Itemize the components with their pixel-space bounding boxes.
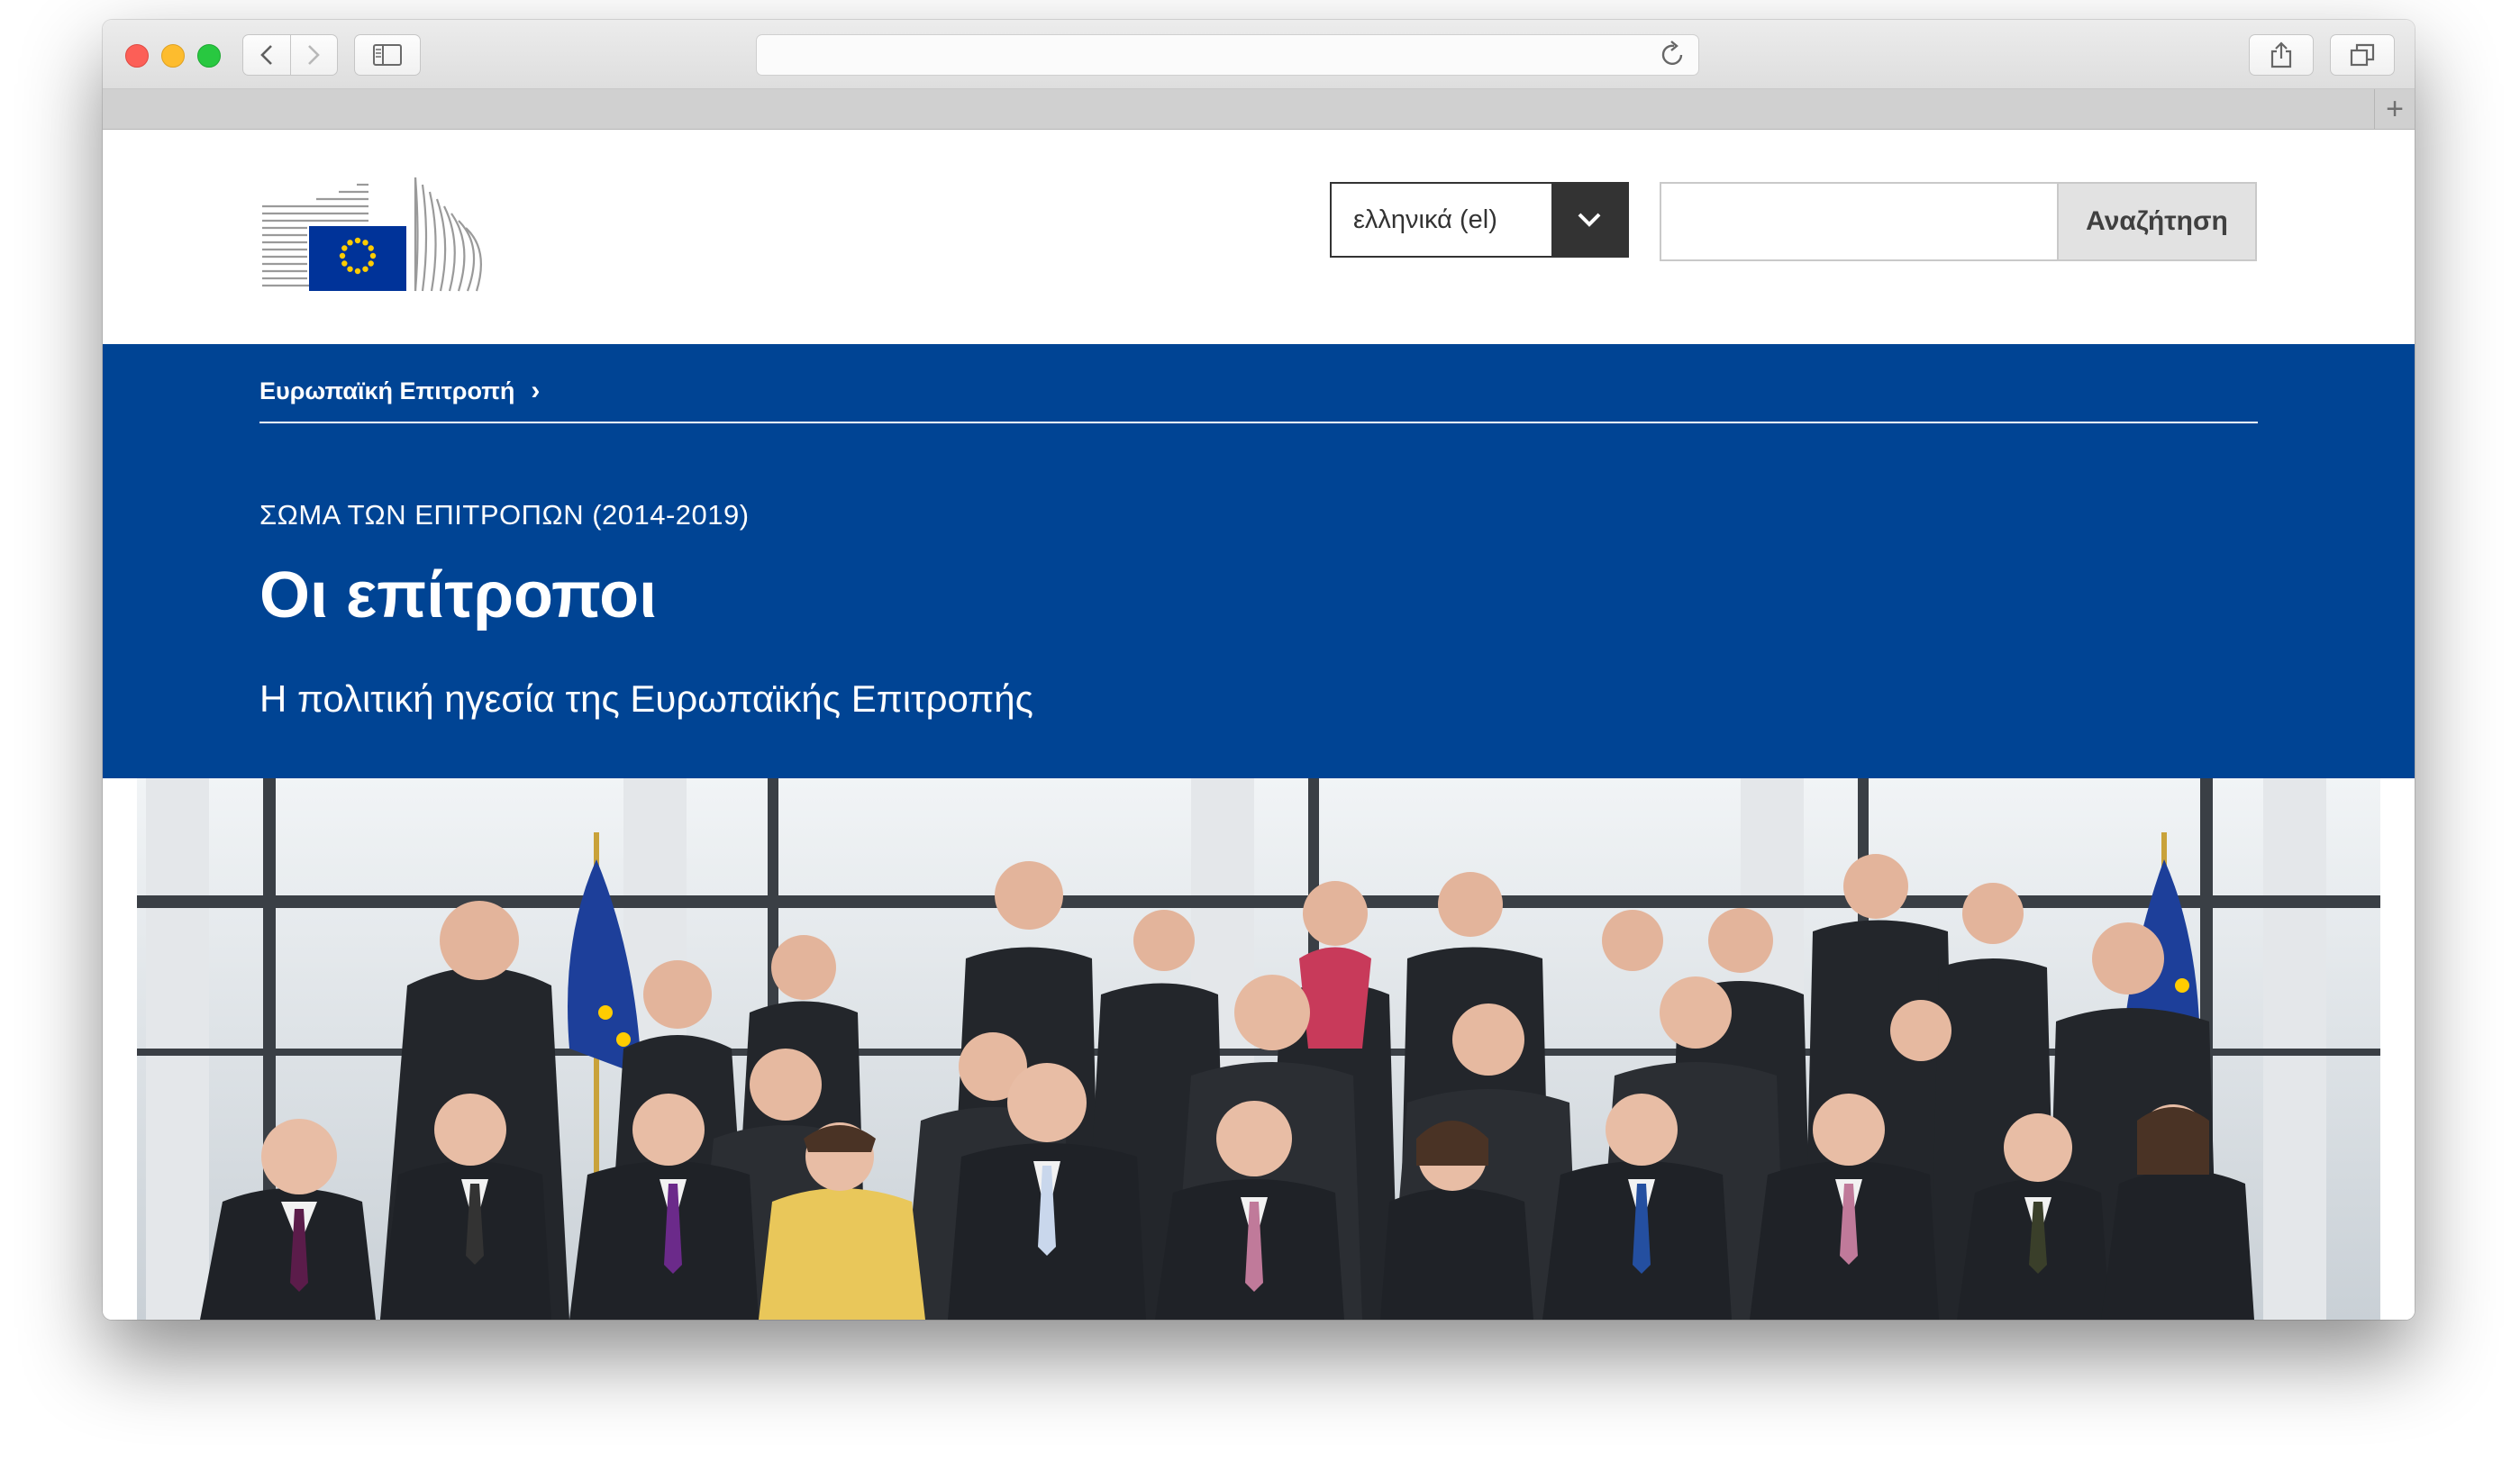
sidebar-button[interactable] [354,34,421,76]
commissioners-group-photo [137,778,2380,1320]
back-button[interactable] [243,35,290,75]
tabs-icon [2350,43,2375,67]
close-window-button[interactable] [125,44,149,68]
language-select[interactable]: ελληνικά (el) [1330,182,1629,258]
page-banner: Ευρωπαϊκή Επιτροπή › ΣΩΜΑ ΤΩΝ ΕΠΙΤΡΟΠΩΝ … [103,344,2415,778]
eu-flag-icon [309,226,406,291]
european-commission-logo[interactable] [262,174,491,295]
browser-window: + ελληνικά (el) Αναζήτηση Ευρωπαϊκή Επιτ… [103,20,2415,1320]
language-selected-label: ελληνικά (el) [1353,204,1497,234]
new-tab-button[interactable]: + [2374,89,2415,129]
plus-icon: + [2386,91,2404,126]
zoom-window-button[interactable] [197,44,221,68]
search-button[interactable]: Αναζήτηση [2059,182,2257,261]
reload-icon [1661,41,1683,65]
breadcrumb-divider [259,422,2258,423]
share-icon [2270,41,2292,68]
tab-strip: + [103,89,2415,130]
language-dropdown-toggle[interactable] [1551,184,1627,256]
chevron-down-icon [1578,213,1601,227]
address-bar[interactable] [756,34,1699,76]
forward-button[interactable] [289,35,338,75]
forward-icon [308,45,321,65]
breadcrumb-link-commission[interactable]: Ευρωπαϊκή Επιτροπή [259,377,514,405]
back-icon [259,45,272,65]
nav-buttons [242,34,338,76]
web-page: ελληνικά (el) Αναζήτηση Ευρωπαϊκή Επιτρο… [103,130,2415,1320]
share-button[interactable] [2249,34,2314,76]
browser-toolbar [103,20,2415,89]
sidebar-icon [373,44,402,66]
page-subtitle: Η πολιτική ηγεσία της Ευρωπαϊκής Επιτροπ… [259,677,1033,720]
minimize-window-button[interactable] [161,44,185,68]
search-input[interactable] [1660,182,2059,261]
show-tabs-button[interactable] [2330,34,2395,76]
breadcrumb: Ευρωπαϊκή Επιτροπή › [259,376,540,406]
reload-button[interactable] [1660,41,1686,74]
breadcrumb-separator-icon: › [531,376,541,405]
page-kicker: ΣΩΜΑ ΤΩΝ ΕΠΙΤΡΟΠΩΝ (2014-2019) [259,499,750,531]
page-title: Οι επίτροποι [259,559,658,631]
